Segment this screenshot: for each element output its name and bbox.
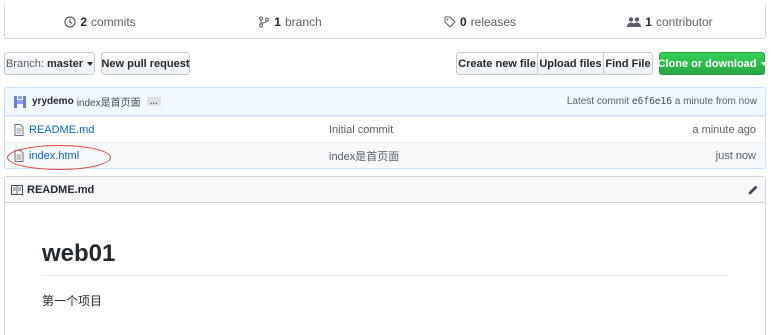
branch-count: 1 <box>274 14 281 29</box>
commits-stat[interactable]: 2 commits <box>5 5 195 38</box>
create-new-file-button[interactable]: Create new file <box>456 52 538 75</box>
commits-count: 2 <box>80 14 87 29</box>
clone-or-download-label: Clone or download <box>657 57 757 70</box>
repo-stats-bar: 2 commits 1 branch 0 releases 1 contribu… <box>4 5 766 39</box>
file-name-link[interactable]: index.html <box>29 150 329 162</box>
caret-down-icon <box>760 61 767 66</box>
commit-time: a minute from now <box>674 96 757 107</box>
releases-stat[interactable]: 0 releases <box>385 5 575 38</box>
clone-or-download-button[interactable]: Clone or download <box>657 52 767 75</box>
file-commit-age: just now <box>715 149 756 162</box>
readme-paragraph: 第一个项目 <box>42 294 103 308</box>
file-row-index: index.html index是首页面 just now <box>5 142 765 170</box>
releases-count: 0 <box>459 14 467 29</box>
branch-select-label: Branch: <box>5 57 44 70</box>
book-icon <box>11 184 23 195</box>
readme-header: README.md <box>5 177 765 203</box>
caret-down-icon <box>87 61 94 66</box>
commits-label: commits <box>91 14 136 29</box>
branches-stat[interactable]: 1 branch <box>195 5 385 38</box>
latest-commit-info: Latest commit e6f6e16 a minute from now <box>567 96 757 107</box>
readme-panel: README.md web01 第一个项目 <box>4 176 766 335</box>
upload-files-button[interactable]: Upload files <box>537 52 604 75</box>
commit-sha[interactable]: e6f6e16 <box>632 96 672 107</box>
file-commit-message[interactable]: index是首页面 <box>329 148 399 164</box>
contributors-stat[interactable]: 1 contributor <box>575 5 765 38</box>
commit-expand-button[interactable]: … <box>146 97 161 106</box>
file-commit-age: a minute ago <box>692 123 756 136</box>
tag-icon <box>444 16 456 28</box>
latest-commit-bar: yrydemo index是首页面 … Latest commit e6f6e1… <box>5 88 765 116</box>
file-icon <box>14 149 24 162</box>
find-file-button[interactable]: Find File <box>603 52 653 75</box>
commit-message[interactable]: index是首页面 <box>77 94 141 109</box>
branch-icon <box>259 16 270 27</box>
contributor-label: contributor <box>655 14 713 29</box>
avatar[interactable] <box>13 94 27 109</box>
history-icon <box>64 15 76 28</box>
pencil-icon[interactable] <box>747 184 759 196</box>
branch-label: branch <box>284 14 322 29</box>
file-name-link[interactable]: README.md <box>29 124 329 136</box>
commit-author[interactable]: yrydemo <box>32 96 74 107</box>
file-list: yrydemo index是首页面 … Latest commit e6f6e1… <box>4 87 766 170</box>
latest-commit-label: Latest commit <box>566 96 630 107</box>
readme-heading: web01 <box>42 240 728 276</box>
file-navigation-toolbar: Branch: master New pull request Create n… <box>4 52 767 76</box>
readme-content: web01 第一个项目 <box>5 240 765 309</box>
branch-select-button[interactable]: Branch: master <box>4 52 95 75</box>
branch-select-value: master <box>46 57 84 70</box>
releases-label: releases <box>470 14 517 29</box>
file-row-readme: README.md Initial commit a minute ago <box>5 116 765 142</box>
file-icon <box>14 123 24 136</box>
file-commit-message[interactable]: Initial commit <box>329 124 393 136</box>
new-pull-request-button[interactable]: New pull request <box>101 52 190 75</box>
people-icon <box>627 16 642 27</box>
readme-filename: README.md <box>27 183 95 196</box>
contributor-count: 1 <box>645 14 652 29</box>
